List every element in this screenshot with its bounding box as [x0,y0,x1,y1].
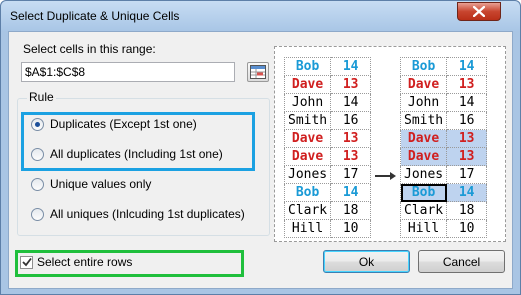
radio-label: All uniques (Inlcuding 1st duplicates) [50,207,245,221]
radio-button[interactable] [31,177,44,191]
preview-value-cell: 13 [330,147,372,166]
select-rows-highlight-frame [15,250,244,277]
preview-value-cell: 13 [330,75,372,94]
preview-name-cell: Dave [283,75,332,94]
preview-name-cell: Dave [399,75,448,94]
preview-value-cell: 14 [446,93,488,112]
arrow-right-icon [375,172,396,180]
preview-before-table: Bob 14 Dave 13 John 14 Smith 16 Dave 13 Dave 13 Jone… [283,57,372,238]
preview-row: John 14 [399,93,488,112]
preview-value-cell: 10 [330,219,372,238]
preview-name-cell: Bob [399,183,448,202]
preview-name-cell: Smith [399,111,448,130]
preview-value-cell: 14 [330,57,372,76]
preview-row: John 14 [283,93,372,112]
preview-value-cell: 13 [446,75,488,94]
close-icon [473,6,485,17]
preview-name-cell: Smith [283,111,332,130]
preview-name-cell: Jones [399,165,448,184]
range-input[interactable] [21,62,235,82]
preview-row: Dave 13 [283,75,372,94]
preview-value-cell: 16 [330,111,372,130]
preview-name-cell: Dave [399,147,448,166]
preview-value-cell: 14 [446,183,488,202]
preview-value-cell: 18 [330,201,372,220]
preview-row: Clark 18 [283,201,372,220]
preview-name-cell: John [283,93,332,112]
preview-row: Dave 13 [399,129,488,148]
preview-panel: Bob 14 Dave 13 John 14 Smith 16 Dave 13 Dave 13 Jone… [274,46,506,242]
preview-name-cell: Clark [399,201,448,220]
window-title: Select Duplicate & Unique Cells [10,9,180,23]
preview-value-cell: 14 [446,57,488,76]
preview-name-cell: Bob [399,57,448,76]
dialog-window: Select Duplicate & Unique Cells Select c… [0,0,521,295]
preview-name-cell: John [399,93,448,112]
range-label: Select cells in this range: [23,42,156,56]
preview-value-cell: 18 [446,201,488,220]
title-bar[interactable]: Select Duplicate & Unique Cells [1,1,520,31]
preview-name-cell: Dave [283,147,332,166]
preview-value-cell: 13 [446,147,488,166]
preview-name-cell: Hill [399,219,448,238]
preview-value-cell: 13 [446,129,488,148]
range-select-icon [250,65,266,79]
preview-value-cell: 14 [330,183,372,202]
preview-name-cell: Dave [399,129,448,148]
radio-button[interactable] [31,207,44,221]
preview-row: Smith 16 [283,111,372,130]
preview-row: Clark 18 [399,201,488,220]
range-select-button[interactable] [247,62,269,82]
preview-row: Jones 17 [399,165,488,184]
preview-row: Dave 13 [399,75,488,94]
preview-name-cell: Clark [283,201,332,220]
preview-value-cell: 17 [446,165,488,184]
preview-row: Smith 16 [399,111,488,130]
cancel-button[interactable]: Cancel [418,250,505,273]
preview-name-cell: Bob [283,57,332,76]
radio-all-uniques[interactable]: All uniques (Inlcuding 1st duplicates) [31,206,245,222]
preview-row: Bob 14 [283,57,372,76]
preview-value-cell: 14 [330,93,372,112]
preview-name-cell: Hill [283,219,332,238]
preview-row: Bob 14 [283,183,372,202]
preview-value-cell: 13 [330,129,372,148]
preview-row: Bob 14 [399,57,488,76]
ok-button[interactable]: Ok [323,250,410,273]
preview-after-table: Bob 14 Dave 13 John 14 Smith 16 Dave 13 Dave 13 Jone… [399,57,488,238]
preview-row: Dave 13 [399,147,488,166]
rule-legend: Rule [27,90,56,104]
preview-row: Bob 14 [399,183,488,202]
preview-row: Dave 13 [283,147,372,166]
preview-name-cell: Jones [283,165,332,184]
preview-value-cell: 10 [446,219,488,238]
dialog-body: Select cells in this range: Rule Duplica… [8,31,513,289]
preview-name-cell: Bob [283,183,332,202]
preview-row: Dave 13 [283,129,372,148]
duplicates-highlight-frame [21,112,255,171]
preview-row: Hill 10 [399,219,488,238]
radio-unique-values-only[interactable]: Unique values only [31,176,151,192]
preview-row: Jones 17 [283,165,372,184]
preview-name-cell: Dave [283,129,332,148]
preview-value-cell: 17 [330,165,372,184]
radio-label: Unique values only [50,177,152,191]
preview-value-cell: 16 [446,111,488,130]
close-button[interactable] [457,2,501,21]
preview-row: Hill 10 [283,219,372,238]
